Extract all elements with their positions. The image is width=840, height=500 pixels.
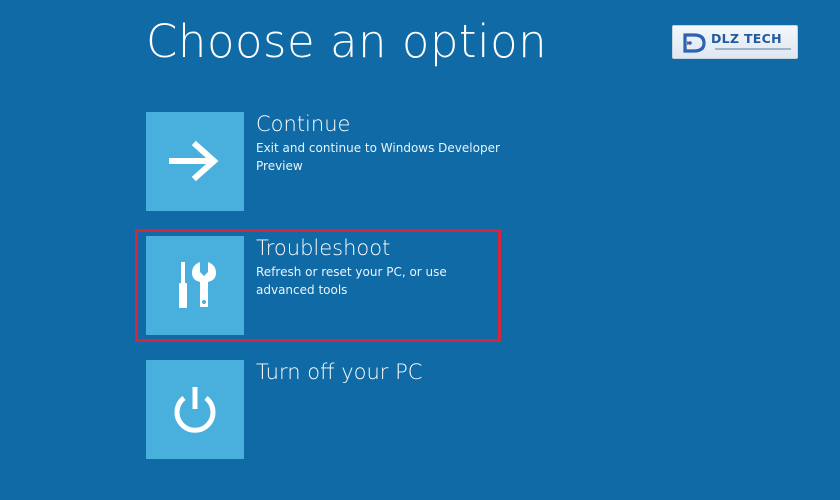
arrow-right-icon [169, 140, 219, 182]
logo-tagline [715, 48, 791, 50]
option-title: Continue [256, 112, 351, 136]
troubleshoot-tile[interactable] [146, 236, 244, 335]
option-description: Refresh or reset your PC, or use advance… [256, 265, 447, 297]
option-description: Exit and continue to Windows Developer P… [256, 141, 500, 173]
brand-logo: DLZ TECH [672, 25, 798, 59]
option-troubleshoot[interactable]: Troubleshoot Refresh or reset your PC, o… [146, 236, 501, 336]
recovery-screen: { "header": { "title": "Choose an option… [0, 0, 840, 500]
tools-icon [179, 262, 216, 308]
dlz-logo-icon [683, 33, 706, 53]
power-icon [174, 387, 216, 433]
option-title: Troubleshoot [256, 236, 391, 260]
logo-text: DLZ TECH [711, 31, 782, 46]
turn-off-tile[interactable] [146, 360, 244, 459]
option-continue[interactable]: Continue Exit and continue to Windows De… [146, 112, 501, 212]
option-turn-off[interactable]: Turn off your PC [146, 360, 501, 460]
page-title: Choose an option [146, 15, 548, 68]
option-title: Turn off your PC [256, 360, 423, 384]
continue-tile[interactable] [146, 112, 244, 211]
